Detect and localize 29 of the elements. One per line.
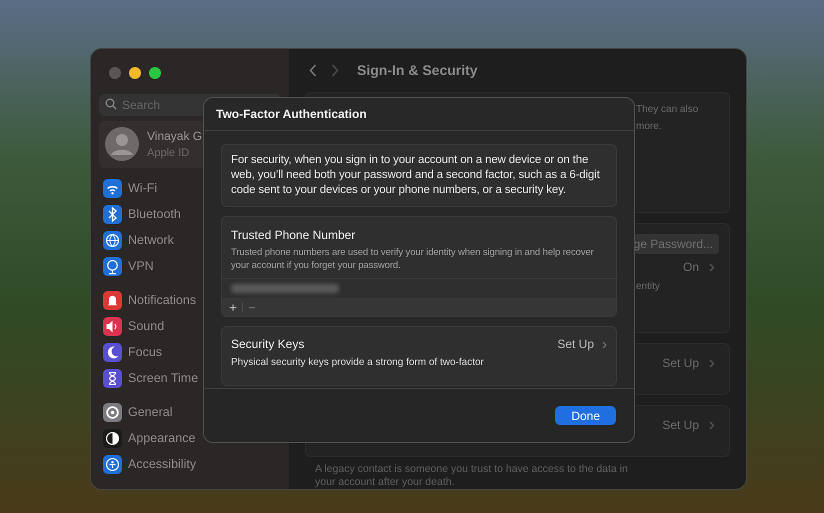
window-title: Sign-In & Security: [357, 61, 478, 80]
footnote-text: your account after your death.: [315, 476, 456, 489]
setting-description: They can also: [636, 103, 698, 116]
back-icon[interactable]: [309, 64, 317, 77]
chevron-icon: [709, 420, 715, 430]
section-description: Trusted phone numbers are used to verify your identity when signing in and help recover your account if you forget your password.: [231, 246, 595, 272]
section-description: Physical security keys provide a strong form of two-factor: [231, 356, 485, 370]
zoom-window-button[interactable]: [149, 67, 161, 79]
footnote-text: A legacy contact is someone you trust to have access to the data in: [315, 463, 629, 476]
account-name: Vinayak G: [147, 128, 202, 145]
add-button[interactable]: +: [224, 300, 242, 314]
section-title: Trusted Phone Number: [231, 227, 356, 244]
set-up-button[interactable]: Set Up ›: [557, 335, 607, 353]
setting-description: entity: [636, 280, 660, 293]
account-subtitle: Apple ID: [147, 146, 190, 161]
close-window-button[interactable]: [109, 67, 121, 79]
section-title: Security Keys: [231, 336, 304, 353]
setting-value[interactable]: Set Up: [662, 416, 699, 434]
done-button[interactable]: Done: [555, 406, 616, 425]
setting-value[interactable]: Set Up: [662, 354, 699, 372]
chevron-icon: [709, 262, 715, 272]
remove-button[interactable]: −: [243, 300, 261, 314]
search-icon: [105, 98, 117, 110]
sidebar-item[interactable]: Accessibility: [103, 454, 281, 476]
setting-value[interactable]: On: [682, 258, 699, 276]
chevron-icon: [709, 358, 715, 368]
minimize-window-button[interactable]: [129, 67, 141, 79]
avatar-icon: [105, 127, 139, 162]
setting-description: more.: [636, 120, 662, 133]
